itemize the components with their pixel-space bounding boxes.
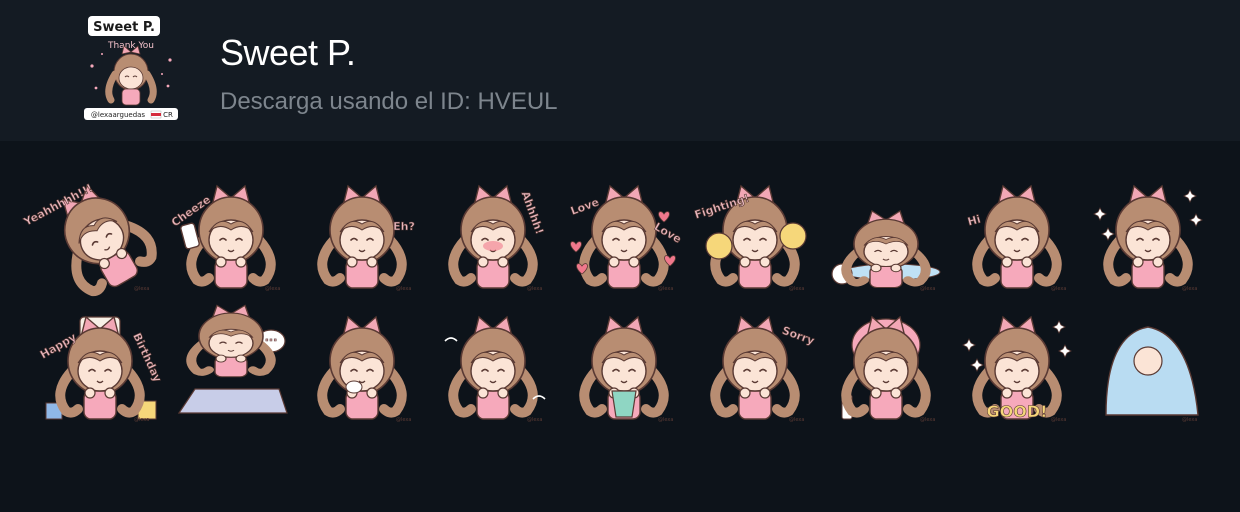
sticker-angry[interactable]: @lexa	[427, 301, 558, 432]
sticker-cough-art: @lexa	[316, 315, 411, 423]
pack-title: Sweet P.	[220, 32, 356, 73]
sticker-face-mask[interactable]: @lexa	[820, 301, 951, 432]
sticker-yeah[interactable]: Yeahhhhh!!! @lexa	[20, 170, 165, 301]
sticker-eh-caption: Eh?	[393, 220, 415, 233]
sticker-face-mask-art: @lexa	[840, 315, 935, 423]
sticker-sparkle[interactable]: @lexa	[1082, 170, 1213, 301]
sticker-planking-caption: ...	[264, 331, 277, 344]
sticker-happy-birthday-watermark: @lexa	[134, 417, 149, 423]
sticker-crying-watermark: @lexa	[658, 417, 673, 423]
sticker-eh[interactable]: Eh? @lexa	[296, 170, 427, 301]
sticker-good-watermark: @lexa	[1051, 417, 1066, 423]
sticker-sorry-watermark: @lexa	[789, 417, 804, 423]
sticker-happy-birthday[interactable]: Happy Birthday @lexa	[34, 301, 165, 432]
sticker-fighting-art: Fighting!@lexa	[692, 184, 807, 292]
sticker-hi-watermark: @lexa	[1051, 286, 1066, 292]
cover-flag-label: CR	[163, 111, 173, 119]
sticker-ahhhh-watermark: @lexa	[527, 286, 542, 292]
sticker-cough-watermark: @lexa	[396, 417, 411, 423]
pack-cover-image[interactable]: Sweet P. Thank You @lexaarguedas CR	[82, 16, 180, 124]
sticker-hi-caption: Hi	[966, 212, 982, 228]
sticker-love[interactable]: Love Love @lexa	[558, 170, 689, 301]
sticker-blanket[interactable]: @lexa	[1082, 301, 1213, 432]
sticker-hi[interactable]: Hi @lexa	[951, 170, 1082, 301]
sticker-planking-art: ...	[177, 304, 288, 414]
sticker-fighting[interactable]: Fighting! @lexa	[689, 170, 820, 301]
sticker-blanket-art: @lexa	[1104, 325, 1199, 423]
pack-header: Sweet P. Thank You @lexaarguedas CR Swee…	[0, 0, 1240, 141]
cover-heading: Sweet P.	[93, 20, 155, 35]
sticker-crying-art: @lexa	[578, 315, 673, 423]
sticker-eh-art: Eh? @lexa	[316, 184, 415, 292]
sticker-sorry[interactable]: Sorry @lexa	[689, 301, 820, 432]
sticker-lying-down-art: @lexa	[830, 209, 940, 292]
sticker-sorry-art: Sorry @lexa	[709, 315, 816, 423]
sticker-angry-watermark: @lexa	[527, 417, 542, 423]
sticker-lying-down-watermark: @lexa	[920, 286, 935, 292]
sticker-cheeze[interactable]: Cheeze @lexa	[165, 170, 296, 301]
cover-tagline: Thank You	[107, 41, 154, 51]
sticker-fighting-watermark: @lexa	[789, 286, 804, 292]
sticker-grid: Yeahhhhh!!! @lexa Cheeze @lexa Eh? @lexa Ahhhh…	[20, 170, 1213, 432]
sticker-sparkle-art: @lexa	[1092, 184, 1203, 292]
sticker-good[interactable]: GOOD! @lexa	[951, 301, 1082, 432]
sticker-blanket-watermark: @lexa	[1182, 417, 1197, 423]
sticker-yeah-watermark: @lexa	[134, 286, 149, 292]
sticker-planking[interactable]: ...	[165, 301, 296, 432]
sticker-ahhhh[interactable]: Ahhhh! @lexa	[427, 170, 558, 301]
sticker-cheeze-art: Cheeze@lexa	[168, 184, 280, 292]
sticker-eh-watermark: @lexa	[396, 286, 411, 292]
sticker-crying[interactable]: @lexa	[558, 301, 689, 432]
sticker-hi-art: Hi @lexa	[965, 184, 1066, 292]
sticker-sorry-caption: Sorry	[780, 323, 816, 347]
sticker-yeah-art: Yeahhhhh!!!@lexa	[20, 181, 157, 296]
sticker-face-mask-watermark: @lexa	[920, 417, 935, 423]
sticker-happy-birthday-art: Happy Birthday@lexa	[37, 315, 164, 423]
sticker-sparkle-watermark: @lexa	[1182, 286, 1197, 292]
sticker-cheeze-watermark: @lexa	[265, 286, 280, 292]
cover-credit: @lexaarguedas	[91, 111, 146, 119]
sticker-good-art: GOOD! @lexa	[961, 315, 1072, 423]
sticker-ahhhh-art: Ahhhh!@lexa	[447, 184, 546, 292]
sticker-love-art: LoveLove@lexa	[568, 184, 683, 292]
sticker-love-watermark: @lexa	[658, 286, 673, 292]
pack-download-id: Descarga usando el ID: HVEUL	[220, 88, 558, 115]
sticker-lying-down[interactable]: @lexa	[820, 170, 951, 301]
sticker-angry-art: @lexa	[443, 315, 546, 423]
sticker-good-caption: GOOD!	[986, 402, 1047, 421]
sticker-cough[interactable]: @lexa	[296, 301, 427, 432]
